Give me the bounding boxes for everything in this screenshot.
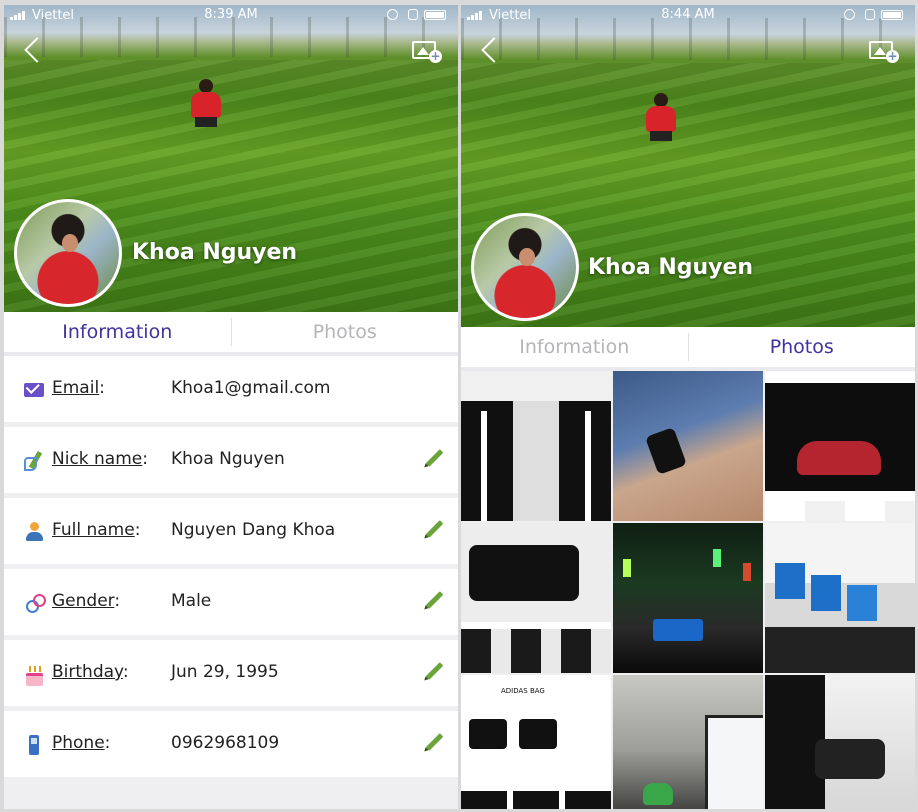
user-icon [24,522,44,542]
photo-thumbnail[interactable]: ADIDAS BAG [461,675,611,809]
photo-thumbnail[interactable] [765,371,915,521]
email-icon [24,383,44,397]
gender-icon [24,593,46,613]
birthday-value: Jun 29, 1995 [171,662,279,682]
profile-screen-information: Viettel 8:39 AM + Khoa Nguyen Informatio… [4,5,458,809]
photo-caption: ADIDAS BAG [501,687,545,695]
add-photo-icon[interactable]: + [869,37,899,63]
nickname-label: Nick name: [52,449,148,469]
alarm-icon [387,9,398,20]
photo-thumbnail[interactable] [613,371,763,521]
info-row-email[interactable]: Email: Khoa1@gmail.com [4,356,458,422]
tab-information[interactable]: Information [4,321,231,343]
photo-thumbnail[interactable] [613,675,763,809]
fullname-value: Nguyen Dang Khoa [171,520,336,540]
photo-grid: ADIDAS BAG [461,371,915,809]
status-bar: Viettel 8:44 AM [461,5,915,25]
gender-value: Male [171,591,212,611]
avatar[interactable] [14,199,122,307]
tab-photos[interactable]: Photos [689,336,916,358]
phone-value: 0962968109 [171,733,280,753]
tab-information[interactable]: Information [461,336,688,358]
fullname-label: Full name: [52,520,141,540]
edit-pencil-icon[interactable] [424,591,444,611]
rotation-lock-icon [408,9,418,20]
cover-photo[interactable]: Viettel 8:44 AM + Khoa Nguyen [461,5,915,327]
back-chevron-icon[interactable] [479,39,501,61]
nickname-value: Khoa Nguyen [171,449,285,469]
info-row-fullname[interactable]: Full name: Nguyen Dang Khoa [4,498,458,564]
nickname-icon [24,451,44,471]
battery-icon [424,10,446,20]
profile-tabs: Information Photos [4,312,458,356]
avatar[interactable] [471,213,579,321]
photo-thumbnail[interactable] [765,523,915,673]
info-row-nickname[interactable]: Nick name: Khoa Nguyen [4,427,458,493]
edit-pencil-icon[interactable] [424,733,444,753]
cover-person [188,79,224,131]
info-list: Email: Khoa1@gmail.com Nick name: Khoa N… [4,356,458,782]
phone-icon [24,735,44,755]
photo-thumbnail[interactable] [461,523,611,673]
photo-thumbnail[interactable] [461,371,611,521]
profile-name: Khoa Nguyen [132,240,298,265]
tab-photos[interactable]: Photos [232,321,459,343]
edit-pencil-icon[interactable] [424,662,444,682]
birthday-label: Birthday: [52,662,129,682]
info-row-birthday[interactable]: Birthday: Jun 29, 1995 [4,640,458,706]
email-value: Khoa1@gmail.com [171,378,331,398]
rotation-lock-icon [865,9,875,20]
alarm-icon [844,9,855,20]
cover-person [643,93,679,145]
edit-pencil-icon[interactable] [424,520,444,540]
photo-thumbnail[interactable] [765,675,915,809]
add-photo-icon[interactable]: + [412,37,442,63]
info-row-gender[interactable]: Gender: Male [4,569,458,635]
profile-screen-photos: Viettel 8:44 AM + Khoa Nguyen Informatio… [461,5,915,809]
cover-photo[interactable]: Viettel 8:39 AM + Khoa Nguyen [4,5,458,312]
phone-label: Phone: [52,733,111,753]
edit-pencil-icon[interactable] [424,449,444,469]
gender-label: Gender: [52,591,121,611]
status-bar: Viettel 8:39 AM [4,5,458,25]
email-label: Email: [52,378,105,398]
birthday-cake-icon [24,664,44,686]
info-row-phone[interactable]: Phone: 0962968109 [4,711,458,777]
profile-tabs: Information Photos [461,327,915,371]
app-screenshots: Viettel 8:39 AM + Khoa Nguyen Informatio… [0,0,918,812]
profile-name: Khoa Nguyen [588,255,754,280]
back-chevron-icon[interactable] [22,39,44,61]
battery-icon [881,10,903,20]
photo-thumbnail[interactable] [613,523,763,673]
